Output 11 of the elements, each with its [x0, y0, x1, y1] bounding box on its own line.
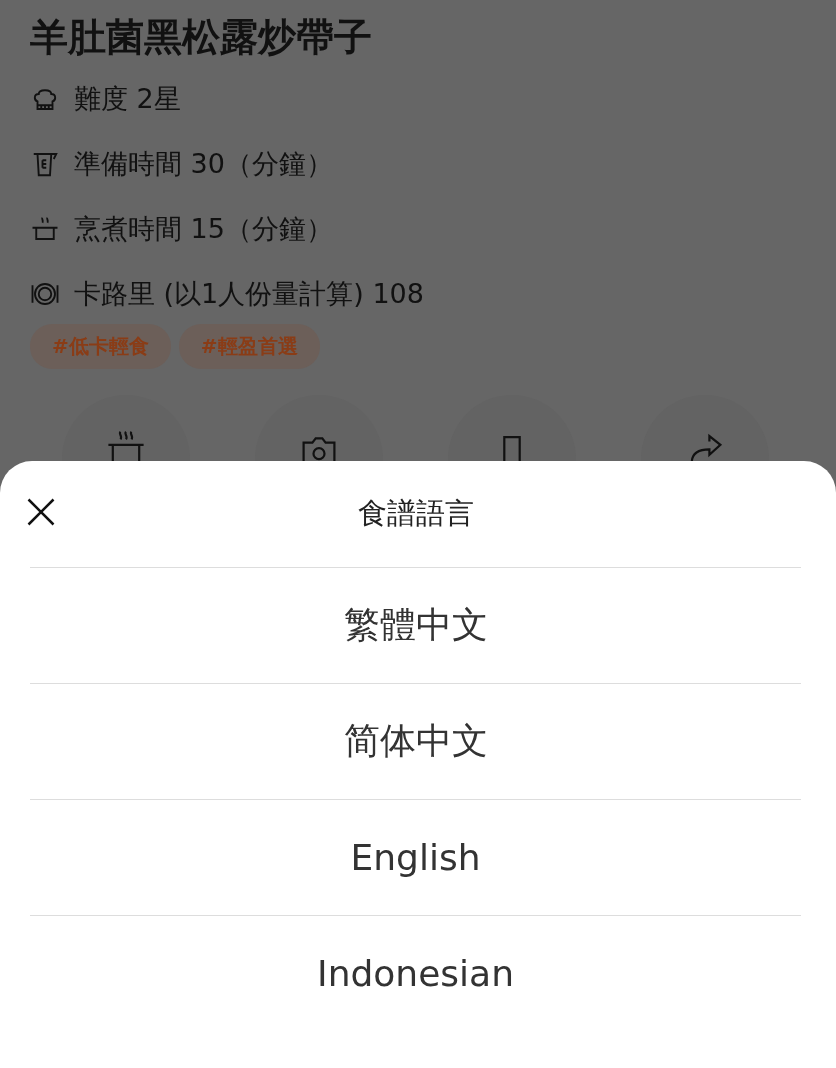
close-icon: [26, 497, 56, 527]
recipe-info: 難度 2星: [74, 81, 181, 116]
language-option[interactable]: 繁體中文: [343, 601, 488, 650]
sheet-title: 食譜語言: [357, 495, 474, 532]
recipe-info: 卡路里 (以1人份量計算) 108: [74, 276, 424, 311]
language-option[interactable]: Indonesian: [317, 953, 514, 994]
language-option[interactable]: 简体中文: [343, 717, 488, 766]
language-option[interactable]: English: [350, 837, 481, 878]
recipe-title: 羊肚菌黑松露炒帶子: [30, 14, 373, 61]
recipe-info: 準備時間 30（分鐘）: [74, 146, 333, 181]
recipe-info: 烹煮時間 15（分鐘）: [74, 211, 333, 246]
